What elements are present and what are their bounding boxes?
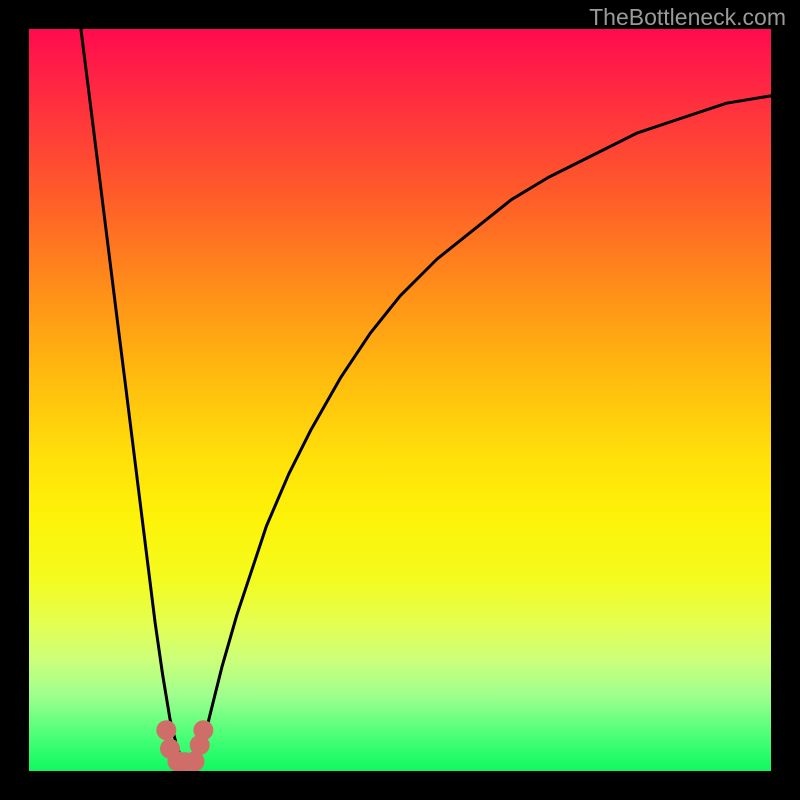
data-marker <box>156 720 176 740</box>
chart-frame: TheBottleneck.com <box>0 0 800 800</box>
data-marker <box>193 720 213 740</box>
bottleneck-curve-svg <box>29 29 771 771</box>
chart-plot-area <box>29 29 771 771</box>
watermark-text: TheBottleneck.com <box>589 4 786 31</box>
curve-path <box>81 29 771 764</box>
